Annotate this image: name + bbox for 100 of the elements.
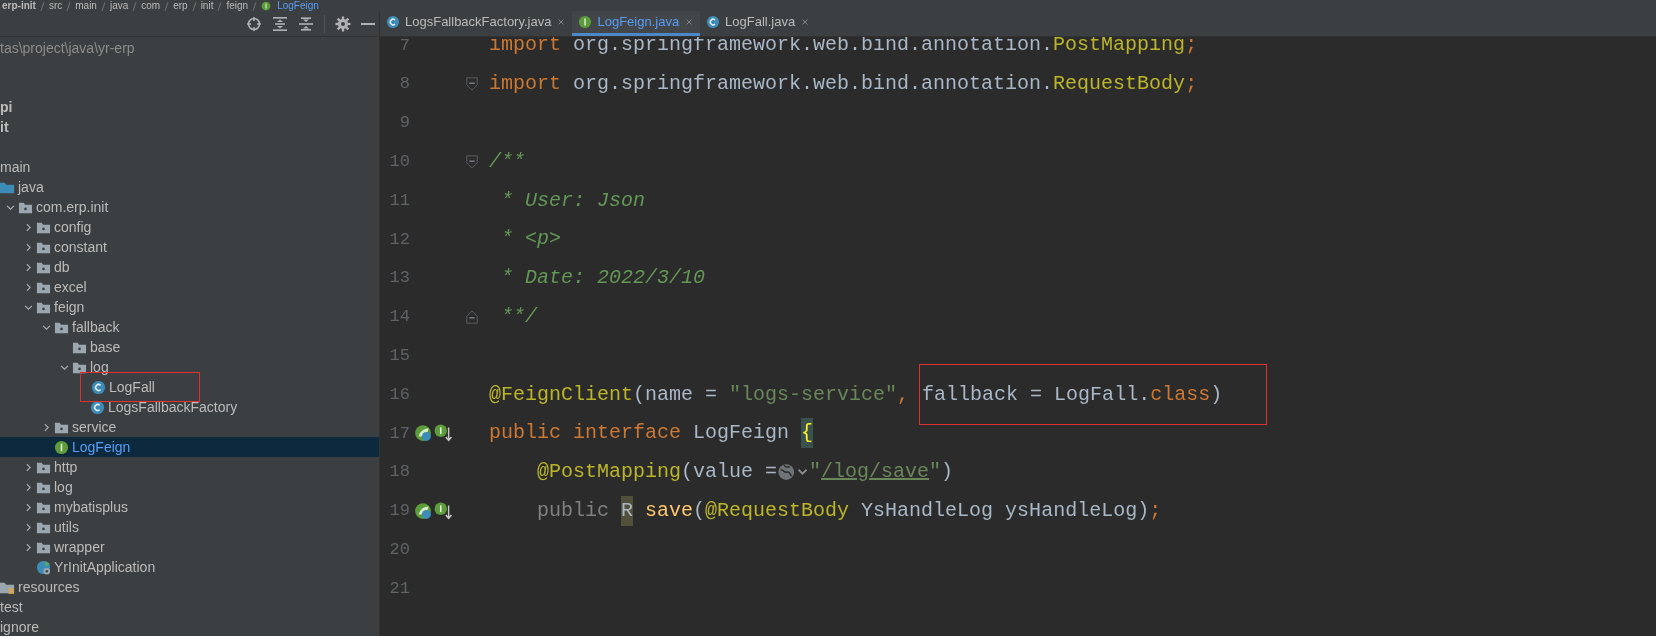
tree-item[interactable]: LogFeign bbox=[0, 437, 379, 457]
keyword-text: ; bbox=[1185, 37, 1198, 59]
interface-icon bbox=[54, 439, 69, 455]
chevron-right-icon[interactable] bbox=[23, 501, 34, 513]
tree-item[interactable]: ignore bbox=[0, 616, 39, 636]
tree-item[interactable]: excel bbox=[54, 276, 87, 298]
brace: { bbox=[801, 418, 814, 449]
tree-item[interactable]: LogFall bbox=[109, 376, 155, 398]
project-path: tas\project\java\yr-erp bbox=[0, 39, 136, 58]
line-number: 12 bbox=[388, 228, 410, 251]
chevron-right-icon[interactable] bbox=[23, 481, 34, 493]
chevron-right-icon[interactable] bbox=[23, 261, 34, 273]
chevron-right-icon[interactable] bbox=[23, 521, 34, 533]
code-text: (value = bbox=[681, 459, 778, 486]
breadcrumb-item[interactable]: LogFeign bbox=[277, 0, 319, 12]
close-icon[interactable] bbox=[556, 17, 567, 27]
breadcrumb-item[interactable]: feign bbox=[226, 0, 249, 12]
chevron-right-icon[interactable] bbox=[23, 461, 34, 473]
module-name[interactable]: it bbox=[0, 117, 9, 137]
tree-item[interactable]: wrapper bbox=[54, 536, 105, 558]
close-icon[interactable] bbox=[800, 17, 811, 27]
line-number: 13 bbox=[388, 267, 410, 290]
tree-item[interactable]: main bbox=[0, 156, 31, 178]
breadcrumb-item[interactable]: init bbox=[200, 0, 214, 12]
globe-inlay-icon[interactable] bbox=[777, 463, 810, 482]
string-text: "logs-service" bbox=[729, 381, 898, 408]
line-number: 18 bbox=[388, 461, 410, 484]
class-icon bbox=[91, 379, 106, 395]
tree-item[interactable]: test bbox=[0, 596, 23, 618]
locate-icon[interactable] bbox=[246, 16, 262, 32]
line-number: 10 bbox=[388, 151, 410, 174]
settings-icon[interactable] bbox=[335, 16, 351, 32]
fold-icon[interactable] bbox=[465, 154, 479, 169]
collapse-all-icon[interactable] bbox=[298, 16, 314, 32]
code-text: ) bbox=[1210, 381, 1223, 408]
editor-tab[interactable]: LogFall.java bbox=[700, 11, 817, 36]
spring-bean-icon[interactable] bbox=[414, 424, 432, 443]
code-text: (name = bbox=[633, 381, 719, 408]
code-text: YsHandleLog ysHandleLog) bbox=[860, 497, 1150, 524]
application-class-icon bbox=[36, 559, 51, 575]
tree-item[interactable]: LogsFallbackFactory bbox=[108, 396, 238, 418]
keyword-text: ; bbox=[1185, 71, 1198, 98]
line-number: 14 bbox=[388, 306, 410, 329]
editor-tab[interactable]: LogFeign.java bbox=[572, 11, 701, 36]
interface-icon bbox=[578, 15, 593, 29]
line-number: 11 bbox=[388, 189, 410, 212]
tree-item[interactable]: base bbox=[90, 336, 121, 358]
breadcrumb-item[interactable]: erp-init bbox=[2, 0, 36, 12]
class-icon bbox=[90, 399, 105, 415]
line-number: 7 bbox=[398, 37, 410, 57]
editor-tab[interactable]: LogsFallbackFactory.java bbox=[380, 11, 573, 36]
chevron-right-icon[interactable] bbox=[41, 421, 52, 433]
string-text: " bbox=[929, 459, 942, 486]
breadcrumb-item[interactable]: src bbox=[48, 0, 63, 12]
implemented-icon[interactable] bbox=[434, 501, 452, 520]
keyword-text: public interface bbox=[489, 420, 683, 447]
tree-item[interactable]: com.erp.init bbox=[36, 196, 109, 218]
tree-item[interactable]: log bbox=[90, 356, 109, 378]
tree-item[interactable]: feign bbox=[54, 296, 85, 318]
tree-item[interactable]: db bbox=[54, 256, 70, 278]
expand-all-icon[interactable] bbox=[272, 16, 288, 32]
tree-item[interactable]: utils bbox=[54, 516, 79, 538]
breadcrumb-item[interactable]: com bbox=[141, 0, 161, 12]
code-text: org.springframework.web.bind.annotation. bbox=[573, 71, 1054, 98]
tree-item[interactable]: log bbox=[54, 476, 73, 498]
breadcrumb-item[interactable]: erp bbox=[173, 0, 188, 12]
comment-text: * <p> bbox=[500, 226, 561, 253]
tree-item[interactable]: resources bbox=[18, 576, 80, 598]
breadcrumb-item[interactable]: main bbox=[75, 0, 97, 12]
tree-item[interactable]: constant bbox=[54, 236, 107, 258]
fold-icon[interactable] bbox=[465, 77, 479, 92]
chevron-right-icon[interactable] bbox=[23, 281, 34, 293]
comment-text: * User: Json bbox=[500, 187, 646, 214]
module-name[interactable]: pi bbox=[0, 97, 13, 117]
class-icon bbox=[706, 15, 721, 29]
keyword-text: public bbox=[537, 497, 610, 524]
class-icon bbox=[386, 15, 400, 29]
close-icon[interactable] bbox=[684, 17, 695, 27]
chevron-right-icon[interactable] bbox=[23, 241, 34, 253]
annotation-text: @FeignClient bbox=[489, 381, 634, 408]
annotation-text: @PostMapping bbox=[537, 459, 682, 486]
tree-item[interactable]: java bbox=[18, 176, 44, 198]
breadcrumb-item[interactable]: java bbox=[109, 0, 129, 12]
spring-bean-icon[interactable] bbox=[414, 501, 432, 520]
line-number: 19 bbox=[388, 500, 410, 523]
tree-item[interactable]: mybatisplus bbox=[54, 496, 128, 518]
annotation-text: RequestBody bbox=[1053, 71, 1186, 98]
tree-item[interactable]: http bbox=[54, 456, 78, 478]
tree-item[interactable]: YrInitApplication bbox=[54, 556, 156, 578]
minimize-icon[interactable] bbox=[361, 22, 375, 26]
tree-item[interactable]: config bbox=[54, 216, 92, 238]
type-name: R bbox=[621, 495, 634, 526]
tree-item[interactable]: fallback bbox=[72, 316, 120, 338]
chevron-right-icon[interactable] bbox=[23, 221, 34, 233]
string-text: " bbox=[809, 459, 822, 486]
tree-item[interactable]: service bbox=[72, 416, 117, 438]
chevron-right-icon[interactable] bbox=[23, 541, 34, 553]
implemented-icon[interactable] bbox=[434, 424, 452, 443]
line-number: 21 bbox=[388, 577, 410, 600]
url-link[interactable]: /log/save bbox=[821, 457, 930, 488]
